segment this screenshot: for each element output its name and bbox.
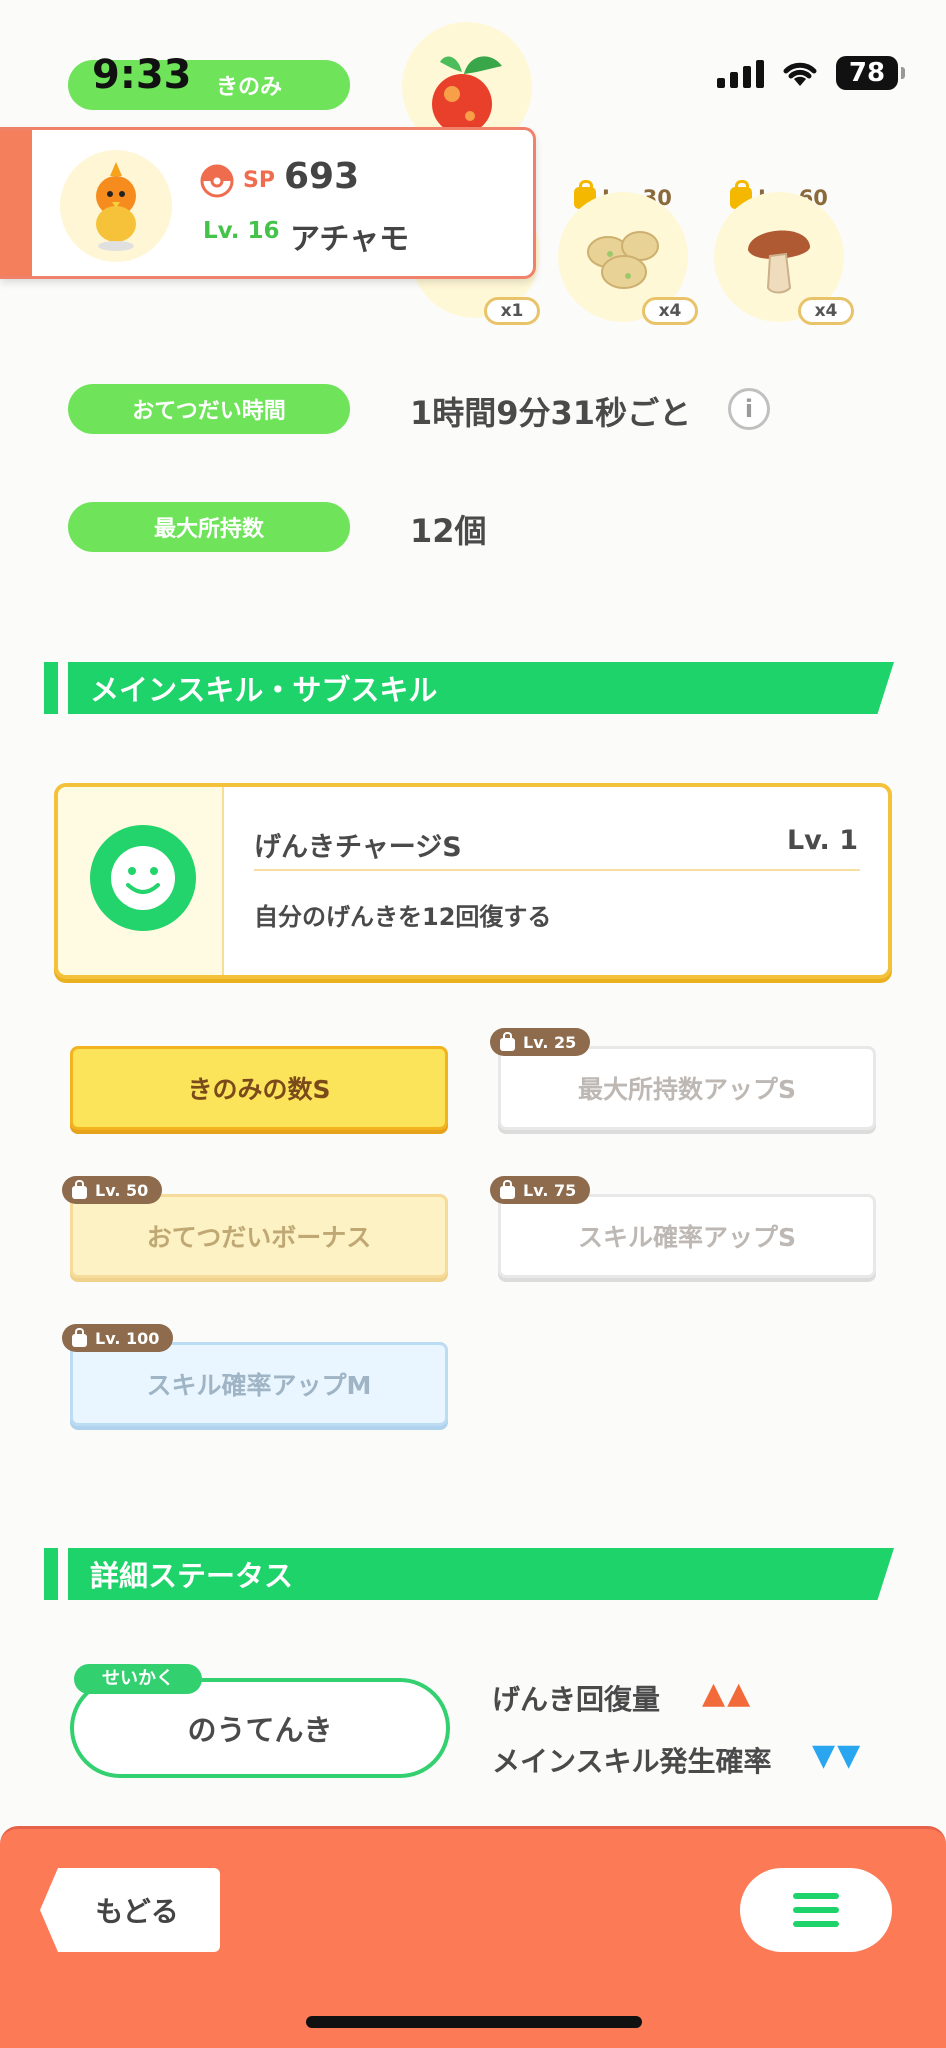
sub-skill-lock-lv25: Lv. 25 bbox=[490, 1028, 591, 1056]
skill-section-title: メインスキル・サブスキル bbox=[68, 662, 894, 714]
sub-skill-skill-chance-m[interactable]: スキル確率アップM bbox=[70, 1342, 448, 1426]
ingredient-qty-2: x4 bbox=[642, 297, 698, 325]
sub-skill-skill-chance-s[interactable]: スキル確率アップS bbox=[498, 1194, 876, 1278]
main-skill-card[interactable]: げんきチャージS Lv. 1 自分のげんきを12回復する bbox=[54, 783, 892, 979]
back-button[interactable]: もどる bbox=[40, 1868, 220, 1952]
skill-level: Lv. 1 bbox=[786, 825, 858, 856]
max-carry-value: 12個 bbox=[410, 512, 487, 550]
max-carry-label: 最大所持数 bbox=[68, 502, 350, 552]
status-icons: 78 bbox=[717, 56, 905, 90]
lock-icon bbox=[72, 1179, 87, 1199]
sub-skill-lock-lv75: Lv. 75 bbox=[490, 1176, 591, 1204]
nature-up-stat: げんき回復量 bbox=[492, 1683, 661, 1716]
wifi-icon bbox=[783, 62, 817, 86]
nature-tag: せいかく bbox=[74, 1664, 202, 1694]
skill-section-header: メインスキル・サブスキル bbox=[44, 662, 894, 714]
battery-indicator: 78 bbox=[836, 56, 905, 90]
energy-smile-icon bbox=[90, 825, 196, 931]
sp-value: 693 bbox=[284, 156, 360, 197]
sub-skill-help-bonus[interactable]: おてつだいボーナス bbox=[70, 1194, 448, 1278]
sub-skill-lock-lv100: Lv. 100 bbox=[62, 1324, 174, 1352]
detail-section-title: 詳細ステータス bbox=[68, 1548, 894, 1600]
skill-description: 自分のげんきを12回復する bbox=[254, 903, 552, 931]
nature-up-marks: ▲▲ bbox=[702, 1676, 753, 1711]
lock-icon bbox=[500, 1179, 515, 1199]
sp-label: SP bbox=[243, 168, 275, 193]
sub-skill-lock-lv50: Lv. 50 bbox=[62, 1176, 163, 1204]
pokemon-level: Lv. 16 bbox=[203, 218, 280, 244]
pokemon-avatar bbox=[60, 150, 172, 262]
torchic-icon bbox=[96, 162, 136, 251]
card-accent-stripe bbox=[0, 130, 32, 276]
lock-icon bbox=[500, 1031, 515, 1051]
info-icon[interactable]: i bbox=[728, 388, 770, 430]
sub-skill-max-carry-up[interactable]: 最大所持数アップS bbox=[498, 1046, 876, 1130]
status-time: 9:33 bbox=[92, 52, 192, 98]
pokeball-icon bbox=[200, 164, 234, 198]
home-indicator[interactable] bbox=[306, 2016, 642, 2028]
ingredient-qty-1: x1 bbox=[484, 297, 540, 325]
detail-section-header: 詳細ステータス bbox=[44, 1548, 894, 1600]
pokemon-name: アチャモ bbox=[290, 222, 410, 257]
pokemon-card[interactable]: SP 693 Lv. 16 アチャモ bbox=[0, 127, 536, 279]
skill-divider bbox=[254, 869, 860, 871]
sub-skill-berry-count[interactable]: きのみの数S bbox=[70, 1046, 448, 1130]
skill-name: げんきチャージS bbox=[254, 832, 462, 863]
lock-icon bbox=[72, 1327, 87, 1347]
ingredient-qty-3: x4 bbox=[798, 297, 854, 325]
help-time-value: 1時間9分31秒ごと bbox=[410, 394, 692, 432]
help-time-label: おてつだい時間 bbox=[68, 384, 350, 434]
hamburger-icon bbox=[793, 1893, 839, 1899]
cellular-signal-icon bbox=[717, 58, 764, 88]
menu-button[interactable] bbox=[740, 1868, 892, 1952]
nature-down-stat: メインスキル発生確率 bbox=[492, 1745, 772, 1778]
nature-value: のうてんき bbox=[187, 1713, 333, 1747]
nature-down-marks: ▼▼ bbox=[812, 1738, 863, 1773]
